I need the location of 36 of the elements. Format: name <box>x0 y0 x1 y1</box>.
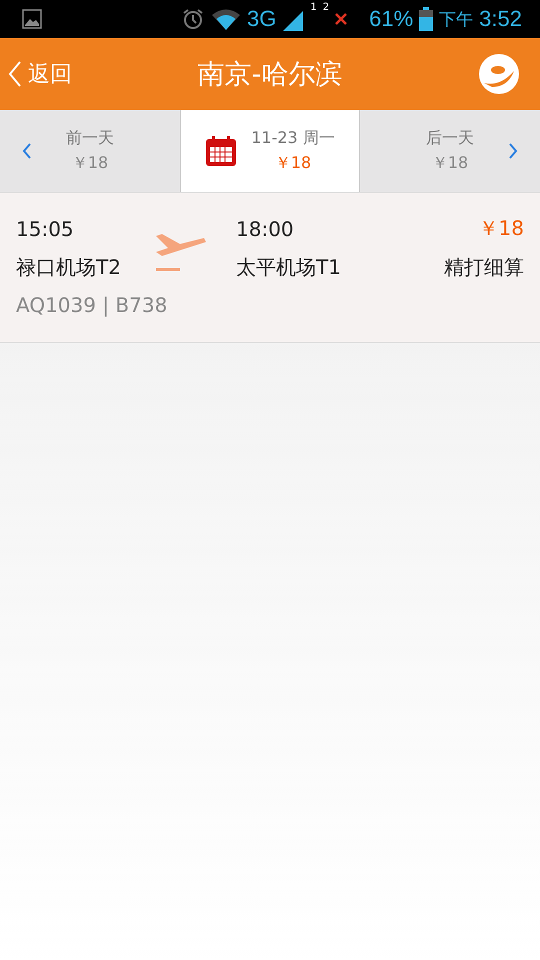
back-button[interactable]: 返回 <box>8 59 72 89</box>
picture-icon <box>22 9 42 29</box>
date-label: 后一天 <box>426 128 474 149</box>
network-type: 3G <box>247 6 276 32</box>
sim-number: 2 <box>322 2 330 13</box>
arrive-time: 18:00 <box>236 216 294 240</box>
depart-time: 15:05 <box>16 216 75 240</box>
date-tab[interactable]: 11-23 周一 ￥18 <box>180 110 360 192</box>
calendar-icon <box>205 135 238 167</box>
time-period: 下午 <box>439 8 474 30</box>
clock-time: 3:52 <box>479 6 522 32</box>
depart-airport: 禄口机场T2 <box>16 254 122 281</box>
no-signal-icon <box>335 13 348 25</box>
date-price: ￥18 <box>274 153 312 174</box>
date-label: 前一天 <box>66 128 114 149</box>
fare-type: 精打细算 <box>444 254 524 281</box>
chevron-left-icon <box>22 143 32 159</box>
flight-number: AQ1039 | B738 <box>16 293 168 317</box>
battery-icon <box>419 7 434 31</box>
date-tab[interactable]: 后一天 ￥18 <box>360 110 540 192</box>
chevron-left-icon <box>8 60 22 88</box>
wifi-icon <box>211 8 242 30</box>
sim-number: 1 <box>310 2 317 13</box>
flight-price: ￥18 <box>478 215 524 242</box>
date-tab[interactable]: 前一天 ￥18 <box>0 110 180 192</box>
alarm-icon <box>181 7 206 31</box>
date-price: ￥18 <box>432 153 468 174</box>
flight-card[interactable]: 15:05 18:00 ￥18 禄口机场T2 太平机场T1 精打细算 AQ1039 | B738 <box>0 193 540 343</box>
battery-percent: 61% <box>369 6 414 32</box>
chevron-right-icon <box>508 143 518 159</box>
page-title: 南京-哈尔滨 <box>198 59 342 90</box>
arrive-airport: 太平机场T1 <box>236 254 341 281</box>
date-label: 11-23 周一 <box>251 128 335 149</box>
logo-icon[interactable] <box>478 53 520 95</box>
date-price: ￥18 <box>72 153 108 174</box>
airplane-icon <box>154 232 208 274</box>
